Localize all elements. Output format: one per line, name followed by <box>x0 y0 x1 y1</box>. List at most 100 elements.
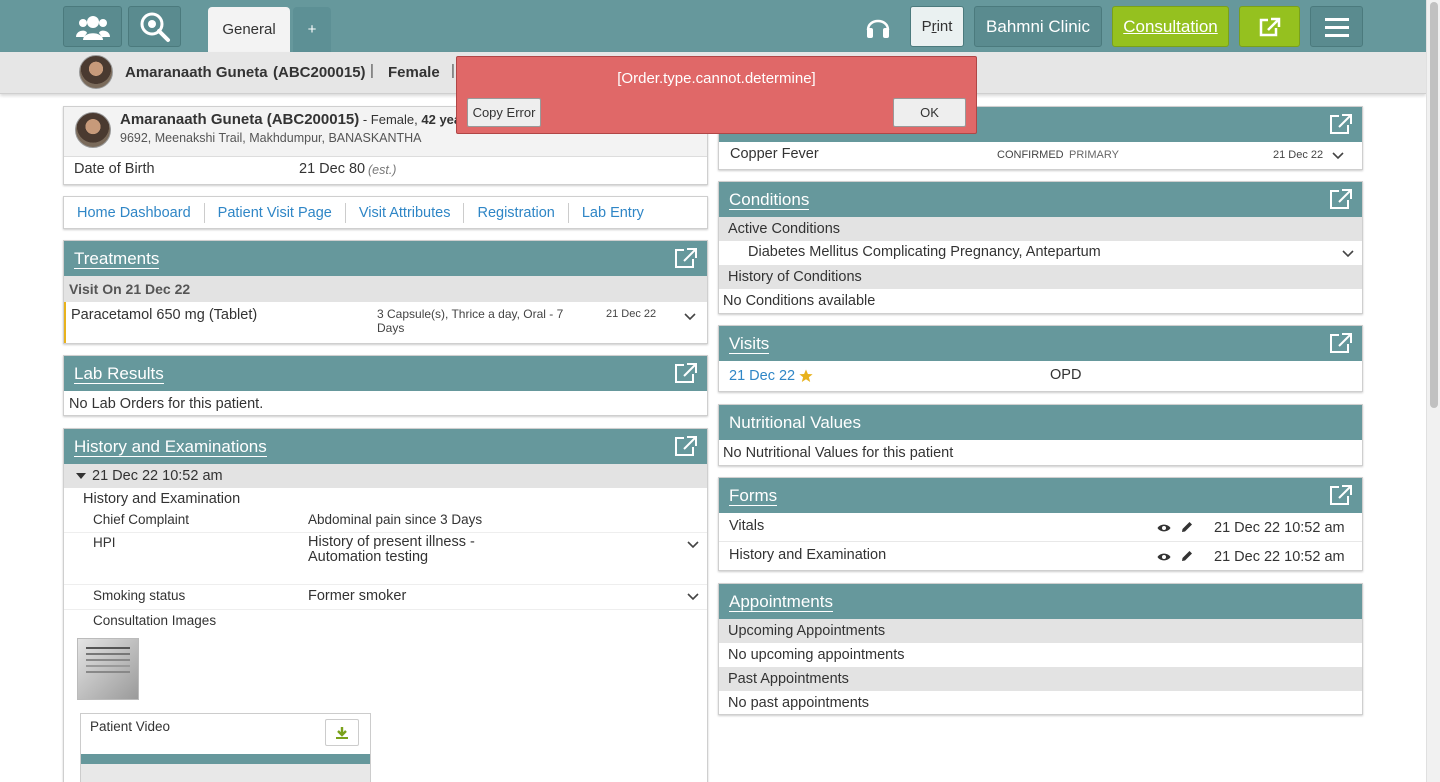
clinic-button[interactable]: Bahmni Clinic <box>974 6 1102 47</box>
external-link-icon[interactable] <box>1328 112 1354 136</box>
patient-strip-gender: Female <box>388 64 440 81</box>
obs-row: HPI History of present illness - Automat… <box>64 533 707 585</box>
link-lab-entry[interactable]: Lab Entry <box>582 205 644 221</box>
patient-avatar <box>79 55 113 89</box>
history-conditions-label: History of Conditions <box>728 269 862 285</box>
active-condition-row[interactable]: Diabetes Mellitus Complicating Pregnancy… <box>719 241 1362 265</box>
forms-card: Forms Vitals 21 Dec 22 10:52 am History … <box>718 477 1363 571</box>
consultation-image-thumbnail[interactable] <box>77 638 139 700</box>
eye-icon[interactable] <box>1157 552 1171 562</box>
external-link-icon[interactable] <box>673 434 699 458</box>
external-link-icon[interactable] <box>673 361 699 385</box>
history-date-header[interactable]: 21 Dec 22 10:52 am <box>64 464 707 488</box>
visits-title[interactable]: Visits <box>729 334 770 354</box>
chevron-down-icon[interactable] <box>1341 249 1355 259</box>
form-date: 21 Dec 22 10:52 am <box>1214 549 1345 565</box>
treatments-title[interactable]: Treatments <box>74 249 160 269</box>
treatments-card: Treatments Visit On 21 Dec 22 Paracetamo… <box>63 240 708 344</box>
page-scrollbar[interactable] <box>1426 0 1440 782</box>
error-message: [Order.type.cannot.determine] <box>617 70 816 87</box>
form-name: Vitals <box>729 518 765 534</box>
link-registration[interactable]: Registration <box>477 205 554 221</box>
consultation-button[interactable]: Consultation <box>1112 6 1229 47</box>
link-patient-visit-page[interactable]: Patient Visit Page <box>218 205 332 221</box>
treatments-visit-on: Visit On 21 Dec 22 <box>69 281 191 297</box>
history-card: History and Examinations 21 Dec 22 10:52… <box>63 428 708 782</box>
history-title[interactable]: History and Examinations <box>74 437 267 457</box>
pencil-icon[interactable] <box>1181 521 1193 533</box>
nutritional-title: Nutritional Values <box>729 413 861 432</box>
patient-video-box: Patient Video <box>80 713 371 782</box>
form-name: History and Examination <box>729 547 887 563</box>
drug-dosage: 3 Capsule(s), Thrice a day, Oral - 7 Day… <box>377 307 564 335</box>
history-header: History and Examinations <box>64 429 707 464</box>
form-date: 21 Dec 22 10:52 am <box>1214 520 1345 536</box>
visit-date-link[interactable]: 21 Dec 22 <box>729 368 795 384</box>
lab-results-card: Lab Results No Lab Orders for this patie… <box>63 355 708 416</box>
chevron-down-icon[interactable] <box>1331 151 1345 161</box>
tab-general[interactable]: General <box>208 7 290 52</box>
link-divider <box>344 202 346 223</box>
forms-title[interactable]: Forms <box>729 486 778 506</box>
error-notification: [Order.type.cannot.determine] Copy Error… <box>456 56 977 134</box>
obs-value: Abdominal pain since 3 Days <box>308 512 483 527</box>
past-appointments-row: No past appointments <box>719 691 1362 715</box>
support-button[interactable] <box>862 12 894 42</box>
appointments-title[interactable]: Appointments <box>729 592 833 612</box>
active-conditions-header: Active Conditions <box>719 217 1362 241</box>
print-shortcut-letter: r <box>931 18 937 35</box>
lab-results-empty: No Lab Orders for this patient. <box>69 396 264 412</box>
video-download-button[interactable] <box>325 719 359 746</box>
video-preview[interactable] <box>81 754 370 782</box>
patients-button[interactable] <box>63 6 122 47</box>
eye-icon[interactable] <box>1157 523 1171 533</box>
obs-value: Former smoker <box>308 588 407 604</box>
document-image-lines <box>86 647 130 649</box>
diagnosis-certainty: CONFIRMED <box>997 149 1064 161</box>
users-icon <box>75 15 110 40</box>
link-divider <box>203 202 205 223</box>
download-icon <box>336 726 348 739</box>
diagnosis-date: 21 Dec 22 <box>1273 149 1324 161</box>
tab-add[interactable]: + <box>293 7 331 52</box>
visits-header: Visits <box>719 326 1362 361</box>
visits-card: Visits 21 Dec 22 OPD <box>718 325 1363 392</box>
external-link-icon[interactable] <box>1328 331 1354 355</box>
scrollbar-thumb[interactable] <box>1430 2 1438 408</box>
star-icon <box>799 369 813 382</box>
treatments-header: Treatments <box>64 241 707 276</box>
obs-label: Chief Complaint <box>93 512 190 527</box>
history-conditions-empty: No Conditions available <box>723 293 876 309</box>
upcoming-appointments-label: Upcoming Appointments <box>728 623 886 639</box>
print-button[interactable]: Print <box>910 6 964 47</box>
external-link-icon[interactable] <box>673 246 699 270</box>
menu-button[interactable] <box>1310 6 1363 47</box>
dob-est: (est.) <box>368 163 397 177</box>
top-header: General + Print Bahmni Clinic Consultati… <box>0 0 1440 52</box>
nutritional-empty: No Nutritional Values for this patient <box>723 445 954 461</box>
copy-error-button[interactable]: Copy Error <box>467 98 541 127</box>
search-patient-button[interactable] <box>128 6 181 47</box>
link-visit-attributes[interactable]: Visit Attributes <box>359 205 451 221</box>
history-form-name: History and Examination <box>83 491 241 507</box>
chevron-down-icon[interactable] <box>686 540 700 550</box>
chevron-down-icon[interactable] <box>683 312 697 322</box>
obs-label: Consultation Images <box>93 613 217 628</box>
tab-general-label: General <box>222 21 276 38</box>
open-external-button[interactable] <box>1239 6 1300 47</box>
nutritional-card: Nutritional Values No Nutritional Values… <box>718 404 1363 466</box>
lab-results-title[interactable]: Lab Results <box>74 364 164 384</box>
conditions-card: Conditions Active Conditions Diabetes Me… <box>718 181 1363 314</box>
past-appointments-label: Past Appointments <box>728 671 849 687</box>
error-ok-button[interactable]: OK <box>893 98 966 127</box>
external-link-icon[interactable] <box>1328 187 1354 211</box>
treatment-row[interactable]: Paracetamol 650 mg (Tablet) 3 Capsule(s)… <box>64 302 707 343</box>
external-link-icon[interactable] <box>1328 483 1354 507</box>
conditions-title[interactable]: Conditions <box>729 190 810 210</box>
upcoming-appointments-row: No upcoming appointments <box>719 643 1362 667</box>
pencil-icon[interactable] <box>1181 550 1193 562</box>
treatments-visit-header: Visit On 21 Dec 22 <box>64 276 707 302</box>
link-home-dashboard[interactable]: Home Dashboard <box>77 205 191 221</box>
chevron-down-icon[interactable] <box>686 592 700 602</box>
caret-down-icon <box>76 473 86 479</box>
